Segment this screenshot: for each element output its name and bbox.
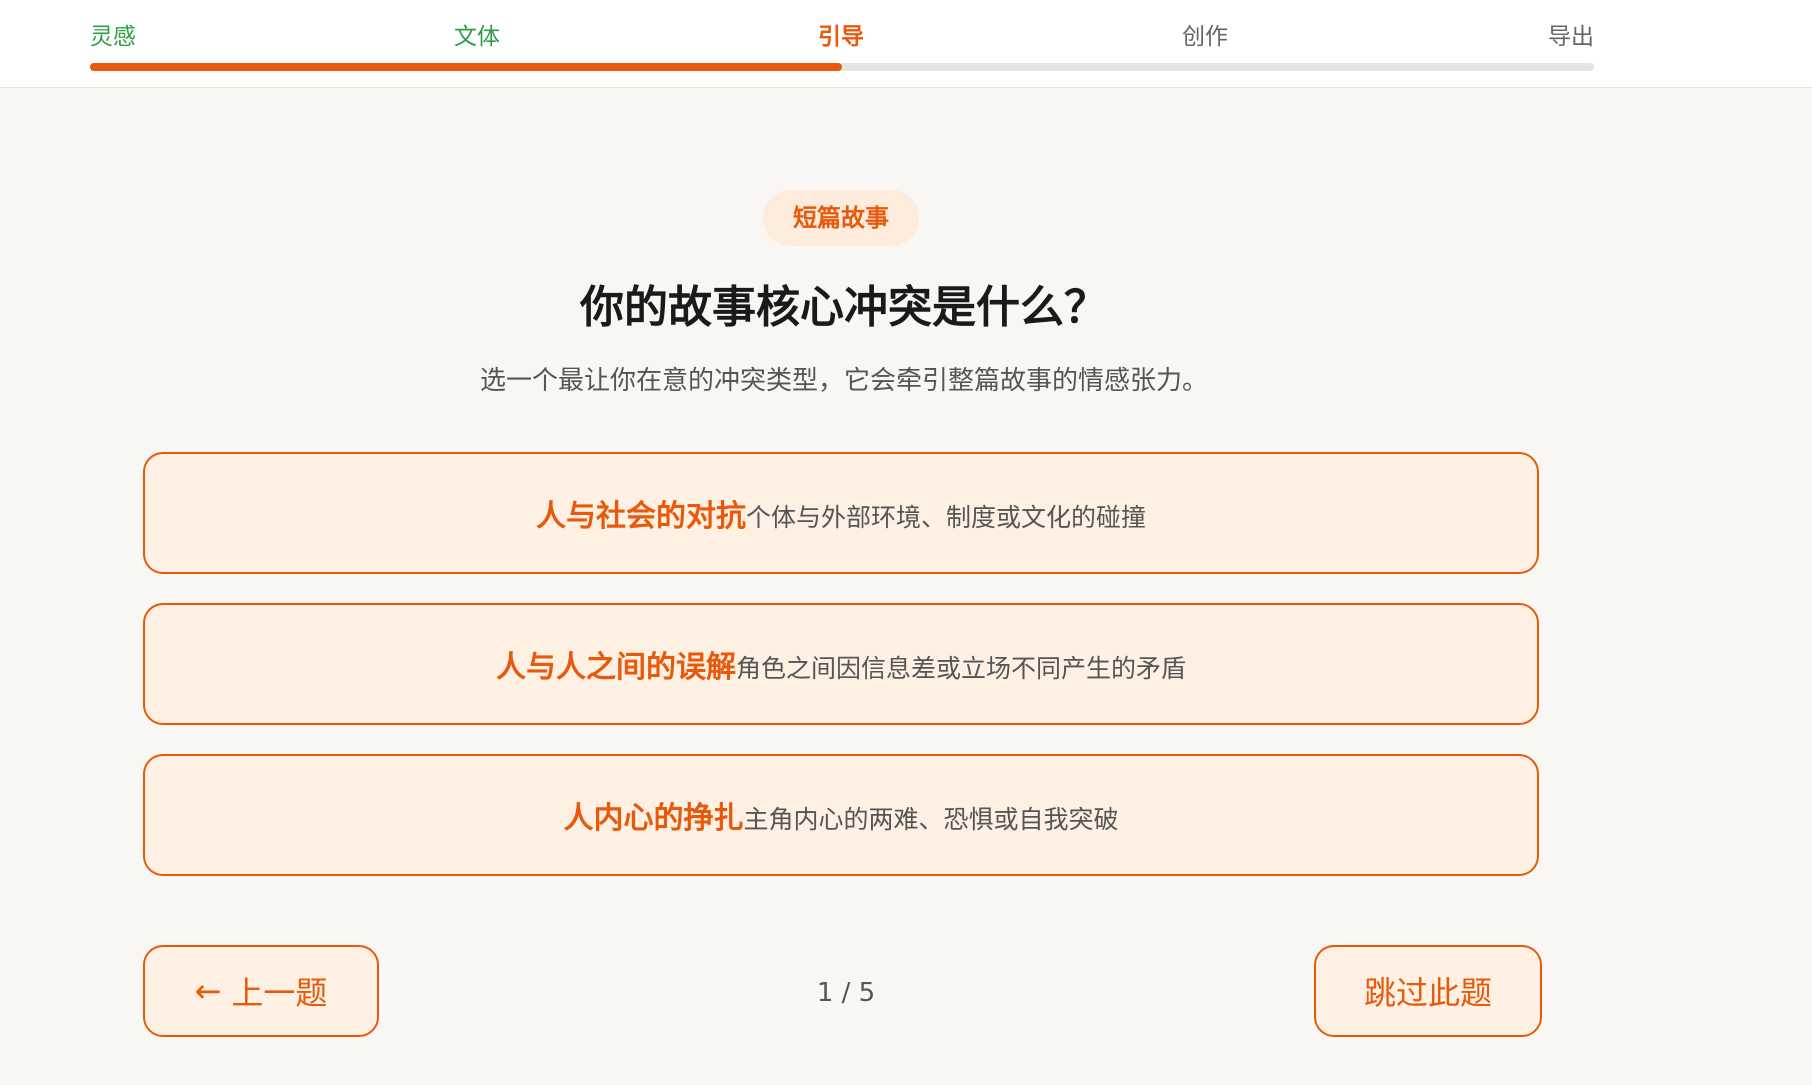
question-subtitle: 选一个最让你在意的冲突类型，它会牵引整篇故事的情感张力。 [479,366,1208,396]
step-genre[interactable]: 文体 [454,18,500,56]
step-inspiration[interactable]: 灵感 [90,18,136,56]
arrow-left-icon: ← [194,972,222,1010]
step-list: 灵感 文体 引导 创作 导出 [90,18,1594,56]
step-guide[interactable]: 引导 [818,18,864,56]
option-description: 个体与外部环境、制度或文化的碰撞 [745,503,1146,532]
option-description: 主角内心的两难、恐惧或自我突破 [743,805,1119,834]
option-card[interactable]: 人与人之间的误解 角色之间因信息差或立场不同产生的矛盾 [143,603,1539,725]
progress-header: 灵感 文体 引导 创作 导出 [0,0,1812,88]
option-title: 人内心的挣扎 [563,801,744,836]
question-title: 你的故事核心冲突是什么？ [580,282,1108,333]
step-export[interactable]: 导出 [1548,18,1594,56]
genre-badge: 短篇故事 [763,190,919,246]
option-card[interactable]: 人与社会的对抗 个体与外部环境、制度或文化的碰撞 [143,452,1539,574]
previous-question-label: 上一题 [231,974,328,1012]
previous-question-button[interactable]: ← 上一题 [143,945,379,1037]
skip-question-label: 跳过此题 [1363,974,1492,1012]
question-counter: 1 / 5 [816,978,876,1008]
option-title: 人与社会的对抗 [535,499,746,534]
option-title: 人与人之间的误解 [495,650,736,685]
step-create[interactable]: 创作 [1182,18,1228,56]
progress-bar [90,63,1594,71]
skip-question-button[interactable]: 跳过此题 [1314,945,1542,1037]
progress-fill [90,63,842,71]
option-description: 角色之间因信息差或立场不同产生的矛盾 [735,654,1186,683]
option-card[interactable]: 人内心的挣扎 主角内心的两难、恐惧或自我突破 [143,754,1539,876]
scrollbar[interactable] [1802,0,1812,1085]
